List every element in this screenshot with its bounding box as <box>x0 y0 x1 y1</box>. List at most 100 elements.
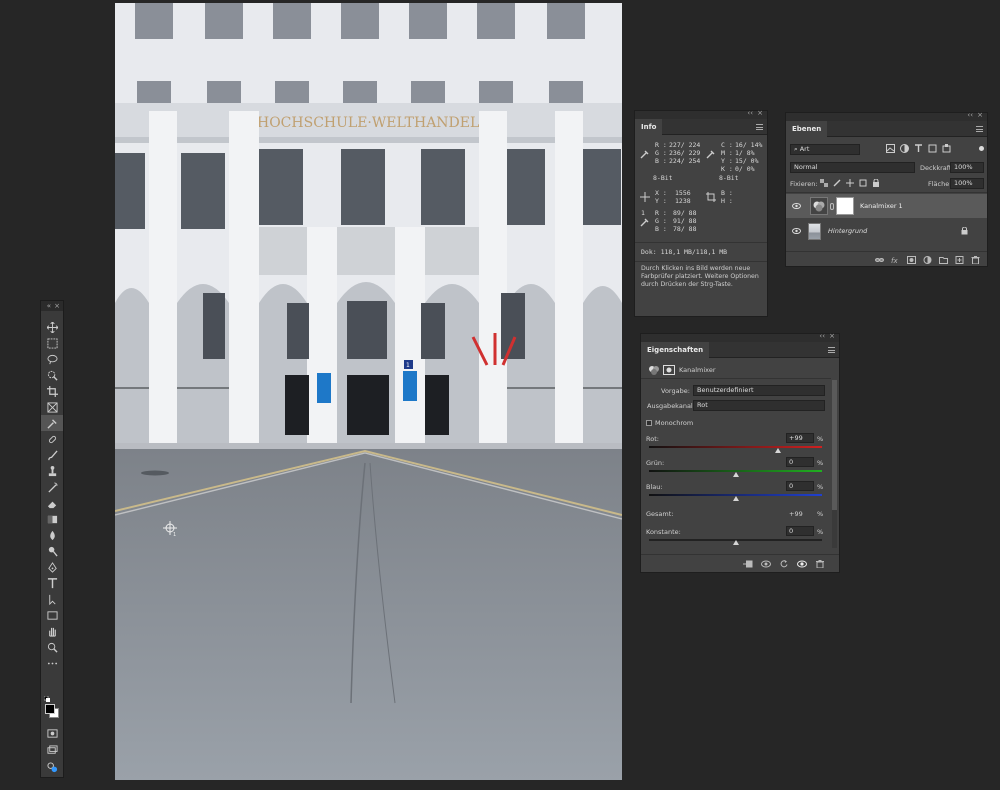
green-value-input[interactable]: 0 <box>786 457 814 467</box>
link-icon[interactable] <box>830 203 834 210</box>
info-close-icon[interactable]: × <box>757 109 763 117</box>
pen-icon[interactable] <box>41 559 63 575</box>
monochrome-label[interactable]: Monochrom <box>655 419 693 427</box>
blue-value-input[interactable]: 0 <box>786 481 814 491</box>
dodge-icon[interactable] <box>41 543 63 559</box>
delete-adjustment-icon[interactable] <box>815 559 825 568</box>
tools-panel-header[interactable]: « × <box>41 301 63 311</box>
eraser-icon[interactable] <box>41 495 63 511</box>
clone-stamp-icon[interactable] <box>41 463 63 479</box>
filter-pixel-icon[interactable] <box>886 144 895 153</box>
eyedropper-icon[interactable] <box>41 415 63 431</box>
layer-name[interactable]: Kanalmixer 1 <box>860 202 903 210</box>
tab-info[interactable]: Info <box>635 119 663 135</box>
healing-icon[interactable] <box>41 431 63 447</box>
new-adjustment-icon[interactable] <box>923 255 932 264</box>
info-collapse-icon[interactable]: ‹‹ <box>747 109 753 117</box>
preset-select[interactable]: Benutzerdefiniert <box>693 385 825 396</box>
brush-icon[interactable] <box>41 447 63 463</box>
gradient-icon[interactable] <box>41 511 63 527</box>
properties-panel-titlebar[interactable]: ‹‹ × <box>641 332 839 342</box>
fill-input[interactable]: 100% <box>950 178 984 189</box>
red-slider-knob[interactable] <box>775 448 782 453</box>
rectangle-icon[interactable] <box>41 607 63 623</box>
clip-to-layer-icon[interactable] <box>743 560 753 568</box>
constant-input[interactable]: 0 <box>786 526 814 536</box>
filter-type-icon[interactable] <box>914 144 923 153</box>
tab-properties[interactable]: Eigenschaften <box>641 342 710 358</box>
add-mask-icon[interactable] <box>907 255 916 264</box>
link-layers-icon[interactable] <box>875 256 884 264</box>
red-value-input[interactable]: +99 <box>786 433 814 443</box>
quick-mask-icon[interactable] <box>41 725 63 741</box>
lasso-icon[interactable] <box>41 351 63 367</box>
quick-select-icon[interactable] <box>41 367 63 383</box>
default-colors-icon[interactable] <box>43 695 52 702</box>
filter-toggle-icon[interactable] <box>979 146 984 151</box>
toggle-visibility-icon[interactable] <box>797 560 807 568</box>
properties-scrollbar[interactable] <box>832 380 837 548</box>
lock-artboard-icon[interactable] <box>859 179 867 187</box>
tab-layers[interactable]: Ebenen <box>786 121 828 137</box>
type-icon[interactable] <box>41 575 63 591</box>
layer-filter-kind-select[interactable]: ⌕ Art <box>790 144 860 155</box>
blue-slider-knob[interactable] <box>732 496 739 501</box>
eyedropper-rgb-icon[interactable] <box>640 149 650 159</box>
reset-adjustment-icon[interactable] <box>779 559 789 568</box>
layers-close-icon[interactable]: × <box>977 111 983 119</box>
color-swatches[interactable] <box>45 704 59 718</box>
info-menu-icon[interactable] <box>756 124 763 130</box>
view-previous-state-icon[interactable] <box>761 560 771 568</box>
edit-toolbar-icon[interactable] <box>41 759 63 775</box>
visibility-eye-icon[interactable] <box>792 203 801 209</box>
layers-collapse-icon[interactable]: ‹‹ <box>967 111 973 119</box>
more-icon[interactable] <box>41 655 63 671</box>
lock-all-icon[interactable] <box>872 179 880 187</box>
lock-pixels-icon[interactable] <box>833 179 841 187</box>
color-sampler-icon[interactable] <box>640 217 650 227</box>
lock-position-icon[interactable] <box>846 179 854 187</box>
info-panel-titlebar[interactable]: ‹‹ × <box>635 109 767 119</box>
hand-icon[interactable] <box>41 623 63 639</box>
layer-mask-thumbnail[interactable] <box>836 197 854 215</box>
new-group-icon[interactable] <box>939 256 948 264</box>
layer-row[interactable]: Kanalmixer 1 <box>786 194 987 218</box>
history-brush-icon[interactable] <box>41 479 63 495</box>
zoom-icon[interactable] <box>41 639 63 655</box>
properties-collapse-icon[interactable]: ‹‹ <box>819 332 825 340</box>
filter-smart-object-icon[interactable] <box>942 144 951 153</box>
mask-properties-icon[interactable] <box>663 365 675 375</box>
filter-adjustment-icon[interactable] <box>900 144 909 153</box>
layer-effects-icon[interactable]: fx <box>891 256 900 264</box>
green-slider-knob[interactable] <box>732 472 739 477</box>
tools-close-icon[interactable]: × <box>54 301 60 311</box>
output-channel-select[interactable]: Rot <box>693 400 825 411</box>
crop-icon[interactable] <box>41 383 63 399</box>
tools-collapse-icon[interactable]: « <box>47 301 51 311</box>
filter-shape-icon[interactable] <box>928 144 937 153</box>
red-slider-track[interactable] <box>649 446 822 448</box>
opacity-input[interactable]: 100% <box>950 162 984 173</box>
frame-icon[interactable] <box>41 399 63 415</box>
properties-close-icon[interactable]: × <box>829 332 835 340</box>
blur-icon[interactable] <box>41 527 63 543</box>
path-select-icon[interactable] <box>41 591 63 607</box>
properties-menu-icon[interactable] <box>828 347 835 353</box>
delete-layer-icon[interactable] <box>971 255 980 264</box>
move-icon[interactable] <box>41 319 63 335</box>
new-layer-icon[interactable] <box>955 255 964 264</box>
layer-row[interactable]: Hintergrund <box>786 219 987 243</box>
eyedropper-cmyk-icon[interactable] <box>706 149 716 159</box>
visibility-eye-icon[interactable] <box>792 228 801 234</box>
document-canvas[interactable]: HOCHSCHULE·WELTHANDEL 1 <box>115 3 622 780</box>
constant-slider-knob[interactable] <box>732 540 739 545</box>
screen-mode-icon[interactable] <box>41 742 63 758</box>
blend-mode-select[interactable]: Normal <box>790 162 915 173</box>
monochrome-checkbox[interactable] <box>646 420 652 426</box>
foreground-color-swatch[interactable] <box>45 704 55 714</box>
layers-panel-titlebar[interactable]: ‹‹ × <box>786 111 987 121</box>
layer-name[interactable]: Hintergrund <box>828 227 867 235</box>
lock-transparent-icon[interactable] <box>820 179 828 187</box>
layers-menu-icon[interactable] <box>976 126 983 132</box>
marquee-icon[interactable] <box>41 335 63 351</box>
